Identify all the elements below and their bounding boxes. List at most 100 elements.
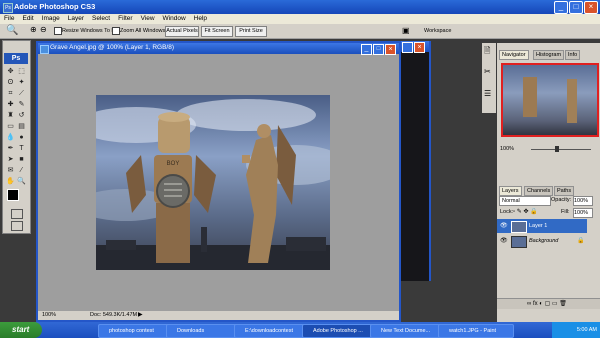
- zoom-tool-box-icon[interactable]: 🔍: [17, 177, 26, 186]
- tab-histogram[interactable]: Histogram: [533, 50, 565, 60]
- fit-screen-button[interactable]: Fit Screen: [201, 26, 233, 37]
- magic-wand-icon[interactable]: ✦: [17, 78, 26, 87]
- tab-navigator[interactable]: Navigator: [499, 50, 529, 60]
- menu-select[interactable]: Select: [88, 14, 114, 24]
- document-close-button[interactable]: ×: [385, 44, 396, 55]
- blur-tool-icon[interactable]: 💧: [6, 133, 15, 142]
- tab-paths[interactable]: Paths: [554, 186, 575, 196]
- navigator-zoom-slider[interactable]: [531, 149, 591, 150]
- menu-help[interactable]: Help: [190, 14, 211, 24]
- eraser-tool-icon[interactable]: ▭: [6, 122, 15, 131]
- close-button[interactable]: ×: [584, 1, 598, 14]
- healing-brush-icon[interactable]: ✚: [6, 100, 15, 109]
- toolbox: Ps ✥ ⬚ ʘ ✦ ⌗ ⟋ ✚ ✎ ♜ ↺ ▭ ▤ 💧 ● ✒ T ➤ ■ ✉…: [2, 40, 31, 234]
- zoom-in-icon[interactable]: ⊕: [30, 25, 37, 34]
- navigator-right-statue: [567, 79, 577, 123]
- tab-layers[interactable]: Layers: [499, 186, 522, 196]
- resize-windows-checkbox[interactable]: [54, 27, 62, 35]
- print-size-button[interactable]: Print Size: [235, 26, 267, 37]
- lock-label: Lock:: [500, 209, 514, 215]
- crop-tool-icon[interactable]: ⌗: [6, 89, 15, 98]
- brush-tool-icon[interactable]: ✎: [17, 100, 26, 109]
- menu-image[interactable]: Image: [38, 14, 64, 24]
- layer-visibility-eye-icon[interactable]: 👁: [500, 219, 508, 233]
- document-window[interactable]: Grave Angel.jpg @ 100% (Layer 1, RGB/8) …: [36, 41, 401, 322]
- document-zoom-level[interactable]: 100%: [42, 311, 56, 320]
- taskbar-item-downloads[interactable]: Downloads: [166, 324, 242, 338]
- tab-info[interactable]: Info: [565, 50, 581, 60]
- document-minimize-button[interactable]: _: [361, 44, 372, 55]
- menu-file[interactable]: File: [0, 14, 18, 24]
- quick-mask-icon[interactable]: [11, 209, 23, 219]
- history-brush-icon[interactable]: ↺: [17, 111, 26, 120]
- notes-tool-icon[interactable]: ✉: [6, 166, 15, 175]
- status-menu-arrow-icon[interactable]: ▶: [138, 311, 143, 320]
- background-doc-close[interactable]: ×: [414, 42, 425, 53]
- layers-footer: ∞ fx ◐ ▢ ▭ 🗑: [497, 298, 600, 309]
- app-title-bar: Ps Adobe Photoshop CS3 _ □ ×: [0, 0, 600, 14]
- menu-filter[interactable]: Filter: [114, 14, 136, 24]
- actual-pixels-button[interactable]: Actual Pixels: [165, 26, 199, 37]
- clock[interactable]: 5:00 AM: [577, 327, 597, 333]
- layer-thumbnail: [511, 236, 527, 248]
- lasso-tool-icon[interactable]: ʘ: [6, 78, 15, 87]
- navigator-slider-thumb[interactable]: [555, 146, 559, 152]
- eyedropper-icon[interactable]: ⁄: [17, 166, 26, 175]
- layer-visibility-eye-icon[interactable]: 👁: [500, 234, 508, 248]
- marquee-tool-icon[interactable]: ⬚: [17, 67, 26, 76]
- menu-view[interactable]: View: [137, 14, 159, 24]
- lock-icons[interactable]: ▫ ✎ ✥ 🔒: [513, 208, 538, 216]
- type-tool-icon[interactable]: T: [17, 144, 26, 153]
- zoom-all-windows-checkbox[interactable]: [112, 27, 120, 35]
- zoom-tool-icon[interactable]: 🔍: [6, 25, 18, 36]
- navigator-thumbnail[interactable]: [501, 63, 599, 137]
- menu-window[interactable]: Window: [159, 14, 190, 24]
- actions-panel-icon[interactable]: ☰: [484, 89, 491, 98]
- taskbar-item-paint[interactable]: watch1.JPG - Paint: [438, 324, 514, 338]
- layer-row-background[interactable]: 👁 Background 🔒: [497, 234, 587, 248]
- history-panel-icon[interactable]: 🗎: [484, 45, 490, 59]
- menu-edit[interactable]: Edit: [18, 14, 37, 24]
- path-selection-icon[interactable]: ➤: [6, 155, 15, 164]
- document-status-bar: 100% Doc: 549.3K/1.47M ▶: [38, 311, 399, 320]
- navigator-zoom-value[interactable]: 100%: [500, 146, 514, 152]
- start-button[interactable]: start: [0, 322, 42, 338]
- document-info[interactable]: Doc: 549.3K/1.47M: [90, 311, 137, 320]
- link-layers-icon[interactable]: ∞ fx ◐ ▢ ▭ 🗑: [527, 300, 567, 307]
- taskbar-item-downloadcontest[interactable]: E:\downloadcontest: [234, 324, 310, 338]
- gradient-tool-icon[interactable]: ▤: [17, 122, 26, 131]
- fill-input[interactable]: 100%: [573, 208, 593, 218]
- taskbar-item-text-document[interactable]: New Text Docume...: [370, 324, 446, 338]
- document-maximize-button[interactable]: □: [373, 44, 384, 55]
- bridge-icon[interactable]: ▣: [402, 26, 410, 35]
- canvas-image[interactable]: BOY: [96, 95, 330, 270]
- taskbar-item-photoshop-contest[interactable]: photoshop contest: [98, 324, 174, 338]
- blend-mode-select[interactable]: Normal: [499, 196, 551, 206]
- maximize-button[interactable]: □: [569, 1, 583, 14]
- shape-tool-icon[interactable]: ■: [17, 155, 26, 164]
- menu-layer[interactable]: Layer: [64, 14, 88, 24]
- screen-mode-icon[interactable]: [11, 221, 23, 231]
- opacity-input[interactable]: 100%: [573, 196, 593, 206]
- layer-name[interactable]: Background: [529, 234, 558, 248]
- minimize-button[interactable]: _: [554, 1, 568, 14]
- slice-tool-icon[interactable]: ⟋: [17, 89, 26, 98]
- right-panels: Navigator Histogram Info 100% Layers Cha…: [497, 43, 600, 338]
- pen-tool-icon[interactable]: ✒: [6, 144, 15, 153]
- workspace-menu[interactable]: Workspace: [424, 26, 451, 36]
- document-titlebar[interactable]: Grave Angel.jpg @ 100% (Layer 1, RGB/8) …: [38, 43, 399, 55]
- move-tool-icon[interactable]: ✥: [6, 67, 15, 76]
- tools-preset-icon[interactable]: ✂: [484, 67, 491, 76]
- layer-row-layer-1[interactable]: 👁 Layer 1: [497, 219, 587, 233]
- hand-tool-icon[interactable]: ✋: [6, 177, 15, 186]
- tab-channels[interactable]: Channels: [524, 186, 554, 196]
- taskbar-item-photoshop[interactable]: Adobe Photoshop ...: [302, 324, 378, 338]
- background-doc-maximize[interactable]: [402, 42, 413, 53]
- navigator-left-statue: [523, 77, 537, 117]
- layer-name[interactable]: Layer 1: [529, 219, 547, 233]
- zoom-out-icon[interactable]: ⊖: [40, 25, 47, 34]
- foreground-color-swatch[interactable]: [7, 189, 19, 201]
- clone-stamp-icon[interactable]: ♜: [6, 111, 15, 120]
- dodge-tool-icon[interactable]: ●: [17, 133, 26, 142]
- background-document-window[interactable]: ×: [396, 41, 431, 281]
